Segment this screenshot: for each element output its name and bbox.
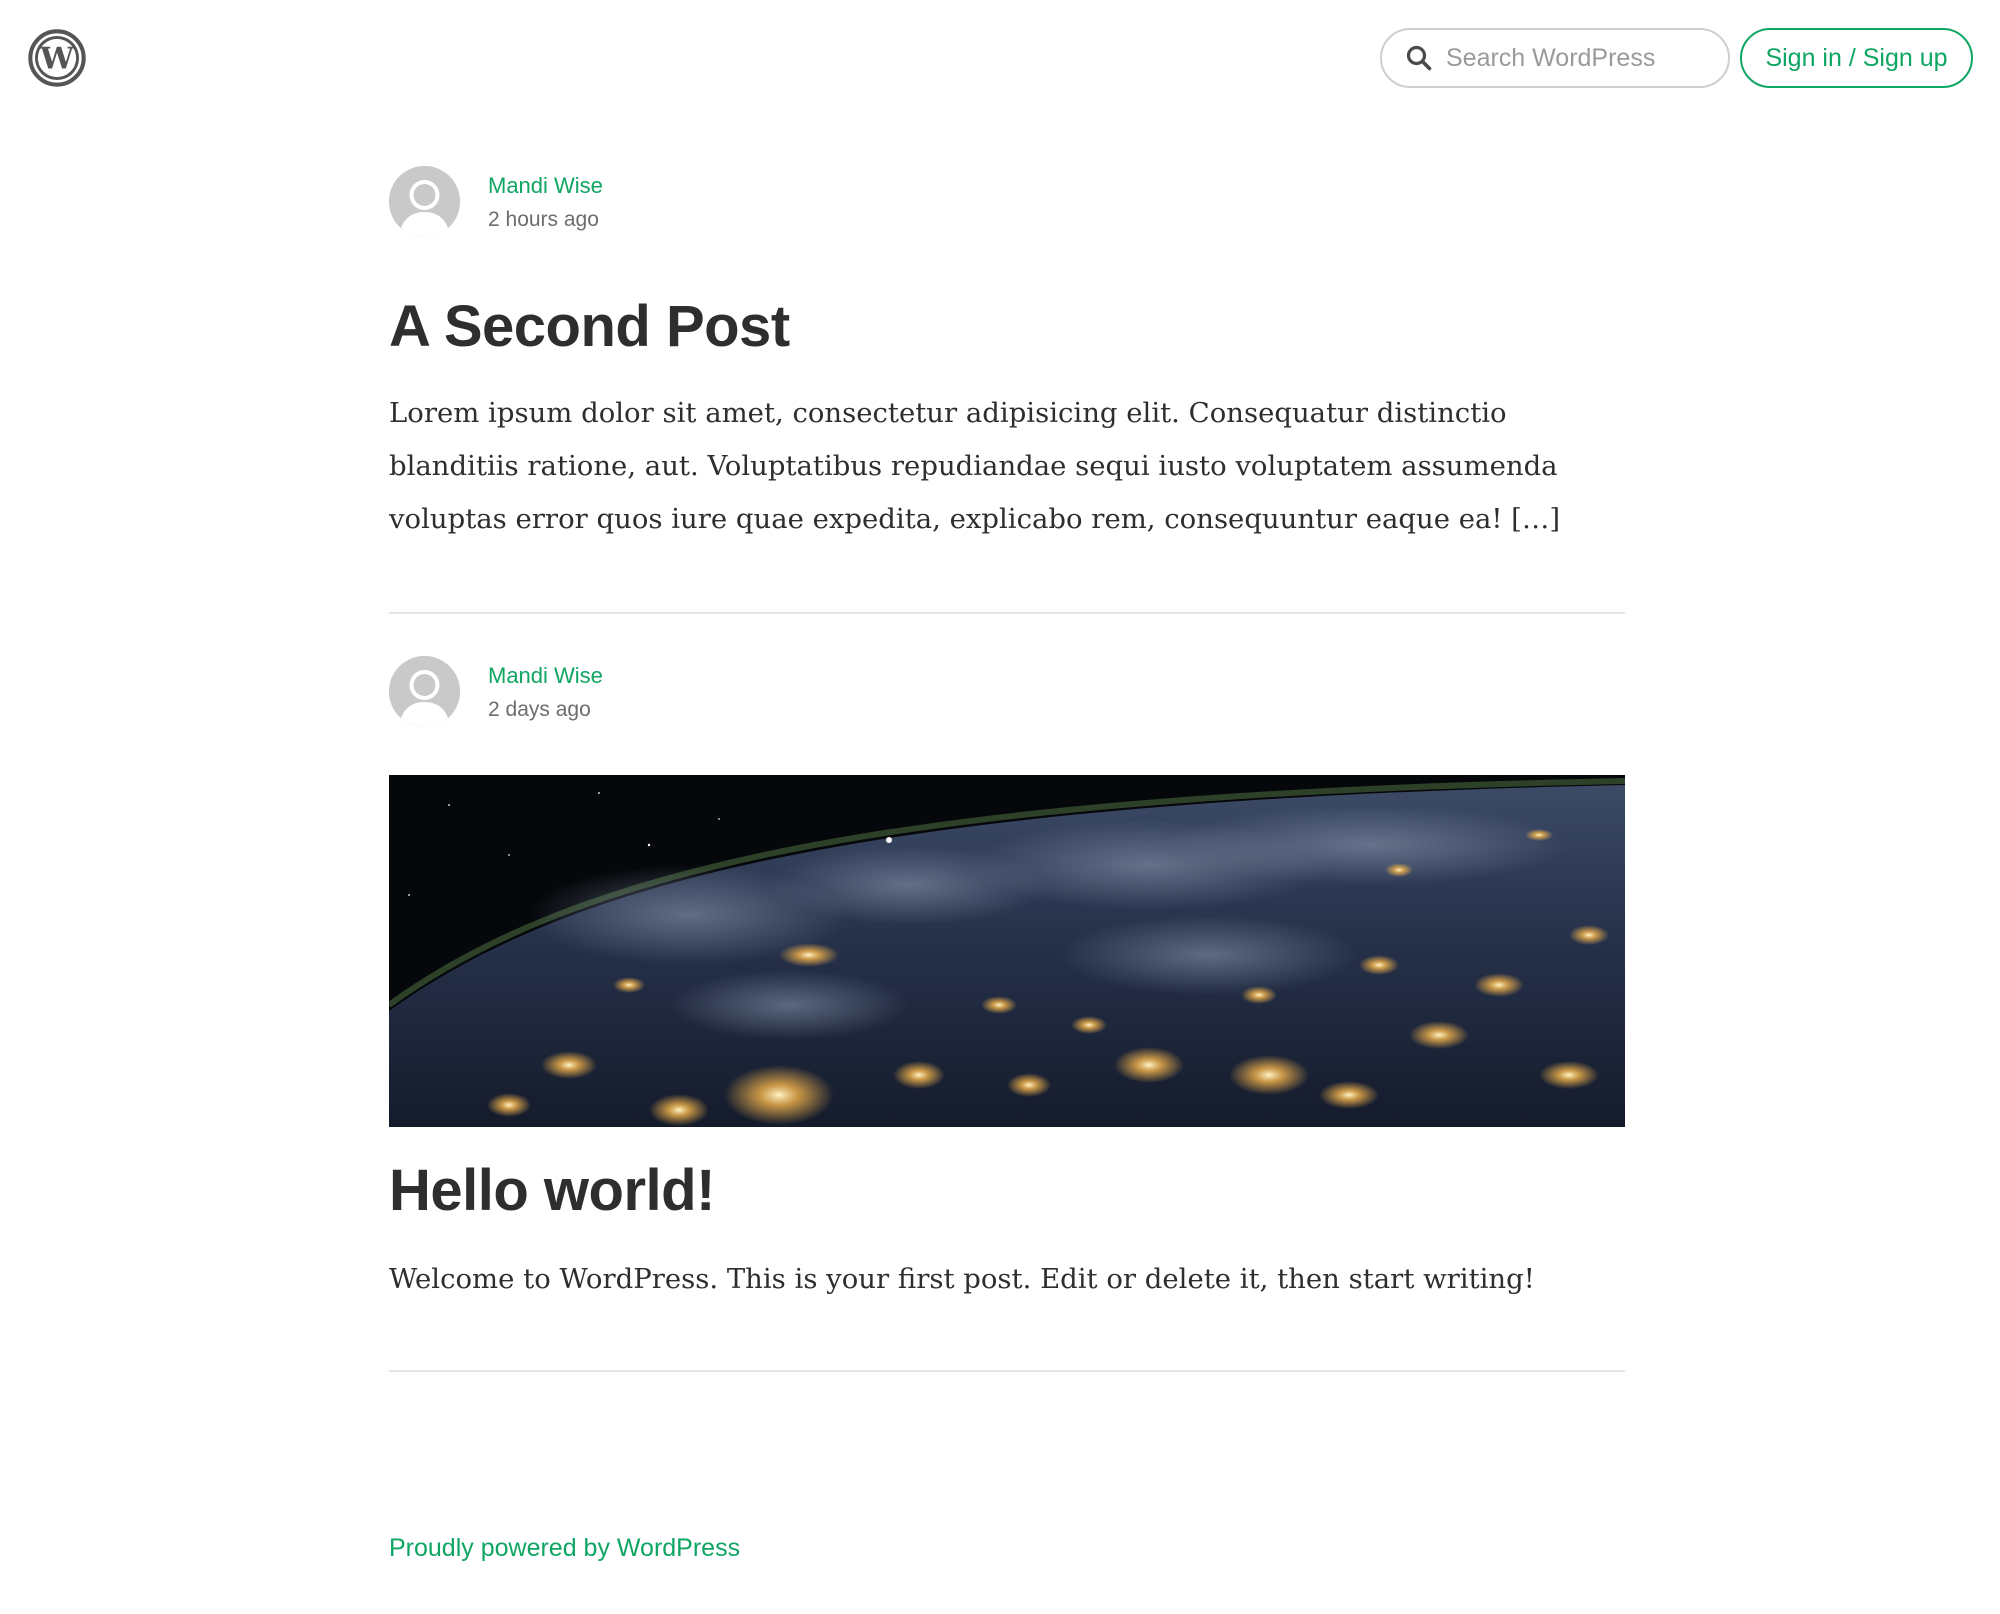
post-divider	[389, 1370, 1625, 1372]
post-item: Mandi Wise 2 days ago Hello world! Welco…	[389, 656, 1625, 1372]
site-header: W Sign in / Sign up	[0, 0, 2000, 120]
avatar[interactable]	[389, 656, 460, 727]
post-meta: Mandi Wise 2 days ago	[389, 656, 1625, 728]
post-title[interactable]: A Second Post	[389, 293, 1625, 361]
post-excerpt: Lorem ipsum dolor sit amet, consectetur …	[389, 397, 1561, 535]
author-link[interactable]: Mandi Wise	[488, 662, 603, 690]
post-timestamp: 2 hours ago	[488, 208, 599, 231]
post-divider	[389, 612, 1625, 614]
search-box[interactable]	[1380, 28, 1730, 88]
search-icon	[1404, 43, 1434, 73]
search-input[interactable]	[1446, 43, 1706, 73]
avatar[interactable]	[389, 166, 460, 237]
author-link[interactable]: Mandi Wise	[488, 172, 603, 200]
default-avatar-icon	[389, 656, 460, 727]
post-list: Mandi Wise 2 hours ago A Second Post Lor…	[389, 166, 1625, 1372]
post-title[interactable]: Hello world!	[389, 1157, 1625, 1225]
wordpress-logo-icon[interactable]: W	[28, 29, 86, 87]
svg-text:W: W	[39, 41, 75, 76]
post-timestamp: 2 days ago	[488, 698, 591, 721]
post-item: Mandi Wise 2 hours ago A Second Post Lor…	[389, 166, 1625, 614]
post-meta: Mandi Wise 2 hours ago	[389, 166, 1625, 238]
featured-image[interactable]	[389, 775, 1625, 1127]
post-excerpt: Welcome to WordPress. This is your first…	[389, 1263, 1535, 1295]
signin-signup-button[interactable]: Sign in / Sign up	[1740, 28, 1973, 88]
powered-by-link[interactable]: Proudly powered by WordPress	[389, 1534, 740, 1562]
default-avatar-icon	[389, 166, 460, 237]
site-footer: Proudly powered by WordPress	[389, 1534, 740, 1563]
